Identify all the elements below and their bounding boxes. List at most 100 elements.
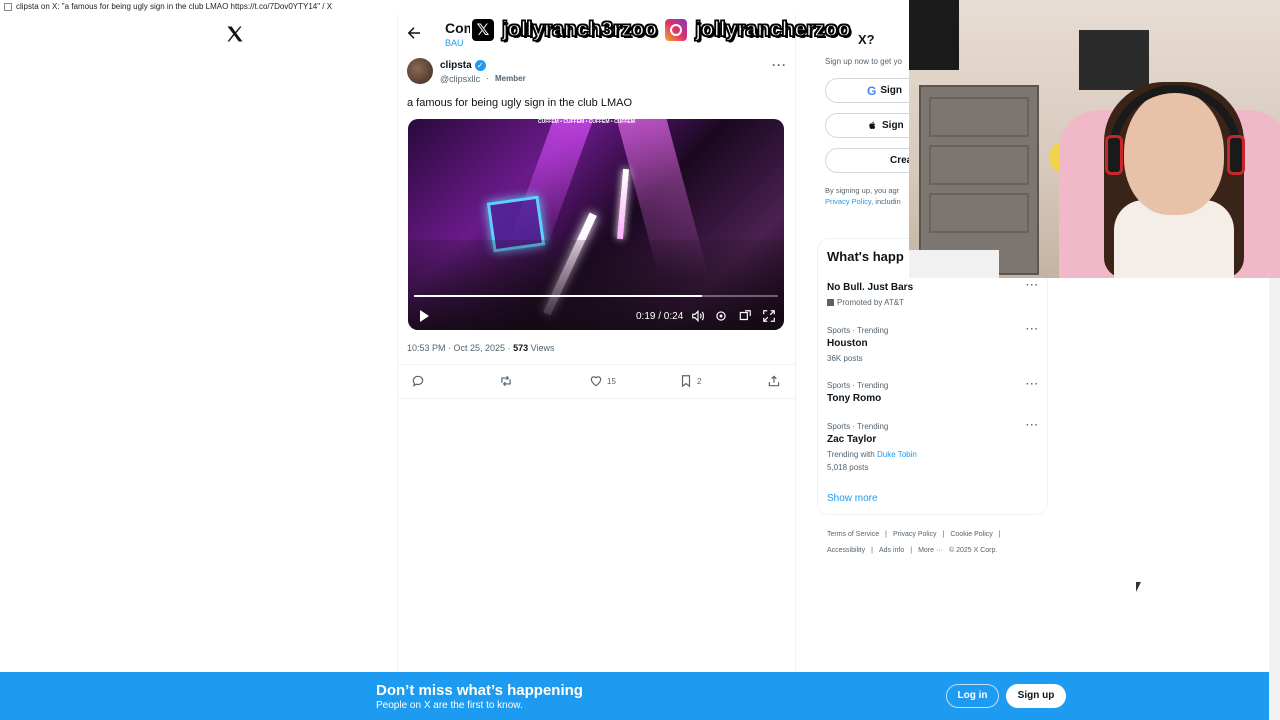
mouse-cursor (1136, 582, 1141, 592)
footer-links-row: Accessibility | Ads info | More ··· © 2025… (827, 547, 998, 554)
video-player[interactable]: CUFFEM • CUFFEM • CUFFEM • CUFFEM 0:19 /… (408, 119, 784, 330)
footer-terms-link[interactable]: Terms of Service (827, 531, 879, 538)
webcam-drawer (929, 193, 1029, 233)
browser-tab-icon (4, 3, 12, 11)
heart-icon (590, 376, 602, 387)
tweet-author[interactable]: clipsta ✓ (440, 60, 486, 71)
webcam-dresser (919, 85, 1039, 275)
signup-heading-tail: X? (858, 32, 875, 47)
bookmark-button[interactable]: 2 (679, 374, 701, 388)
verified-badge-icon: ✓ (474, 60, 486, 71)
webcam-tv (909, 0, 959, 70)
page-scrollbar[interactable] (1269, 278, 1280, 720)
more-options-icon[interactable]: ··· (772, 58, 787, 72)
user-handle[interactable]: @clipsxllc (440, 74, 480, 84)
play-icon[interactable] (420, 310, 429, 322)
column-divider-right (795, 14, 796, 672)
promoted-text: Promoted by AT&T (837, 298, 904, 307)
reply-button[interactable] (411, 374, 425, 388)
trending-with: Trending with Duke Tobin (827, 450, 917, 459)
video-sparkler (616, 168, 630, 240)
privacy-policy-link[interactable]: Privacy Policy (825, 197, 871, 206)
ad-icon (827, 299, 834, 306)
settings-gear-icon[interactable] (714, 309, 728, 323)
x-logo-icon: 𝕏 (470, 17, 496, 43)
footer-privacy-link[interactable]: Privacy Policy (893, 531, 937, 538)
share-icon (768, 375, 780, 387)
divider (398, 398, 795, 399)
trend-category: Sports · Trending (827, 422, 889, 431)
window-title: clipsta on X: "a famous for being ugly s… (16, 2, 333, 11)
video-progress-bar[interactable] (414, 295, 778, 297)
trend-name[interactable]: Tony Romo (827, 393, 881, 404)
signup-terms: By signing up, you agr Privacy Policy, i… (825, 185, 915, 207)
terms-text: By signing up, you agr (825, 186, 900, 195)
trend-more-icon[interactable]: ··· (1026, 324, 1039, 335)
picture-in-picture-icon[interactable] (738, 309, 752, 323)
google-signup-label: Sign (880, 85, 903, 96)
repost-icon (501, 375, 511, 387)
privacy-tail: , includin (871, 197, 901, 206)
repost-button[interactable] (499, 374, 513, 388)
trend-category: Sports · Trending (827, 381, 889, 390)
x-logo-icon[interactable] (225, 24, 245, 44)
trends-title: What's happ (827, 249, 904, 264)
log-in-button[interactable]: Log in (946, 684, 999, 708)
trend-name[interactable]: Houston (827, 338, 868, 349)
bookmark-icon (681, 375, 691, 388)
trend-more-icon[interactable]: ··· (1026, 379, 1039, 390)
footer-links-row: Terms of Service | Privacy Policy | Cookie… (827, 531, 1001, 538)
footer-accessibility-link[interactable]: Accessibility (827, 547, 865, 554)
column-divider-left (397, 14, 398, 672)
trends-panel (817, 238, 1048, 515)
like-button[interactable]: 15 (589, 374, 616, 388)
trending-with-link[interactable]: Duke Tobin (877, 450, 917, 459)
trend-count: 5,018 posts (827, 463, 869, 472)
bookmark-count: 2 (697, 376, 702, 386)
trend-category: Sports · Trending (827, 326, 889, 335)
tweet-timestamp[interactable]: 10:53 PM · Oct 25, 2025 · (407, 343, 511, 353)
video-progress-fill (414, 295, 702, 297)
fullscreen-icon[interactable] (762, 309, 776, 323)
webcam-pillow (909, 250, 999, 278)
views-count: 573 (513, 343, 529, 353)
trend-name[interactable]: Zac Taylor (827, 434, 876, 445)
video-time: 0:19 / 0:24 (636, 311, 684, 322)
show-more-link[interactable]: Show more (827, 493, 878, 504)
video-top-caption: CUFFEM • CUFFEM • CUFFEM • CUFFEM (538, 119, 635, 125)
display-name[interactable]: clipsta (440, 60, 472, 71)
community-subtitle[interactable]: BAU (445, 38, 464, 48)
apple-icon (869, 121, 876, 129)
footer-ads-link[interactable]: Ads info (879, 547, 904, 554)
tweet-meta: 10:53 PM · Oct 25, 2025 · 573 Views (407, 343, 554, 353)
signup-text: Sign up now to get yo (825, 57, 902, 66)
trend-more-icon[interactable]: ··· (1026, 280, 1039, 291)
views-label: Views (530, 343, 555, 353)
volume-icon[interactable] (691, 309, 705, 323)
avatar[interactable] (407, 58, 433, 84)
footer-more-link[interactable]: More ··· (918, 547, 943, 554)
back-arrow-icon[interactable] (405, 24, 423, 42)
member-badge: Member (495, 74, 526, 83)
tweet-text: a famous for being ugly sign in the club… (407, 97, 633, 109)
sign-up-button[interactable]: Sign up (1006, 684, 1066, 708)
separator-dot: · (486, 73, 489, 83)
like-count: 15 (607, 376, 616, 386)
stream-overlay-handles: 𝕏 jollyranch3rzoo jollyrancherzoo (470, 14, 851, 46)
webcam-headset-ear (1227, 135, 1245, 175)
reply-icon (412, 375, 424, 387)
footer-cookie-link[interactable]: Cookie Policy (950, 531, 992, 538)
banner-subtitle: People on X are the first to know. (376, 700, 523, 711)
share-button[interactable] (767, 374, 781, 388)
instagram-icon (663, 17, 690, 43)
footer-copyright: © 2025 X Corp. (948, 547, 998, 554)
banner-title: Don’t miss what’s happening (376, 682, 583, 699)
webcam-shelf (1079, 30, 1149, 90)
webcam-drawer (929, 145, 1029, 185)
apple-signup-label: Sign (882, 120, 904, 131)
overlay-x-handle: jollyranch3rzoo (501, 17, 658, 42)
promoted-label: Promoted by AT&T (827, 298, 904, 307)
streamer-webcam (909, 0, 1280, 278)
trend-name[interactable]: No Bull. Just Bars (827, 282, 913, 293)
trend-more-icon[interactable]: ··· (1026, 420, 1039, 431)
